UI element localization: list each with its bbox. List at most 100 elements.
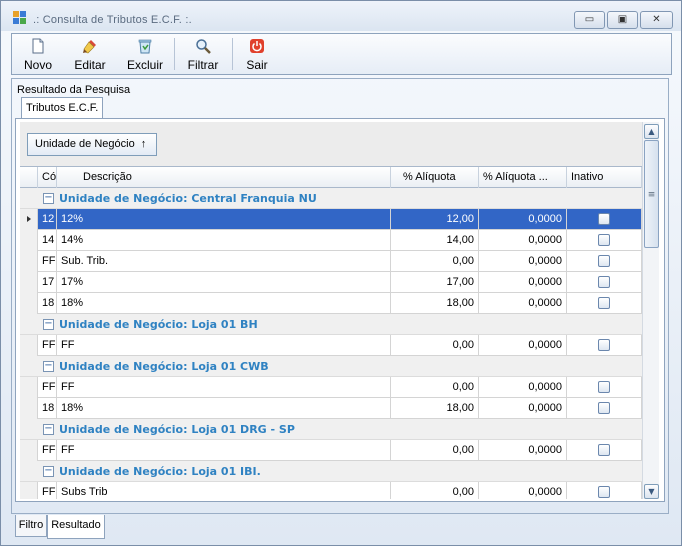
- cell-aliquota[interactable]: 0,00: [391, 251, 479, 272]
- inativo-checkbox[interactable]: [598, 381, 610, 393]
- group-row[interactable]: − Unidade de Negócio: Loja 01 IBI.: [20, 461, 642, 482]
- cell-description[interactable]: Subs Trib: [57, 482, 391, 499]
- delete-button[interactable]: Excluir: [122, 34, 168, 74]
- collapse-group-icon[interactable]: −: [43, 466, 54, 477]
- tab-filtro[interactable]: Filtro: [15, 515, 47, 537]
- inativo-checkbox[interactable]: [598, 444, 610, 456]
- table-row[interactable]: 12 12% 12,00 0,0000: [20, 209, 642, 230]
- row-indicator[interactable]: [20, 209, 38, 230]
- cell-aliquota-2[interactable]: 0,0000: [479, 440, 567, 461]
- group-row[interactable]: − Unidade de Negócio: Central Franquia NU: [20, 188, 642, 209]
- group-row[interactable]: − Unidade de Negócio: Loja 01 DRG - SP: [20, 419, 642, 440]
- cell-aliquota[interactable]: 18,00: [391, 398, 479, 419]
- cell-aliquota-2[interactable]: 0,0000: [479, 335, 567, 356]
- inativo-checkbox[interactable]: [598, 339, 610, 351]
- column-header-aliquota-2[interactable]: % Alíquota ...: [479, 167, 567, 188]
- scroll-up-button[interactable]: ▲: [644, 124, 659, 139]
- cell-description[interactable]: 12%: [57, 209, 391, 230]
- cell-code[interactable]: FF: [38, 377, 57, 398]
- cell-aliquota-2[interactable]: 0,0000: [479, 272, 567, 293]
- collapse-group-icon[interactable]: −: [43, 193, 54, 204]
- cell-code[interactable]: FF: [38, 251, 57, 272]
- maximize-button[interactable]: ▣: [607, 11, 638, 29]
- row-indicator[interactable]: [20, 335, 38, 356]
- inativo-checkbox[interactable]: [598, 297, 610, 309]
- cell-description[interactable]: Sub. Trib.: [57, 251, 391, 272]
- table-row[interactable]: FF FF 0,00 0,0000: [20, 440, 642, 461]
- cell-description[interactable]: FF: [57, 335, 391, 356]
- cell-description[interactable]: FF: [57, 440, 391, 461]
- new-button[interactable]: Novo: [18, 34, 58, 74]
- cell-aliquota[interactable]: 0,00: [391, 377, 479, 398]
- row-indicator[interactable]: [20, 293, 38, 314]
- group-row[interactable]: − Unidade de Negócio: Loja 01 BH: [20, 314, 642, 335]
- group-row[interactable]: − Unidade de Negócio: Loja 01 CWB: [20, 356, 642, 377]
- row-indicator[interactable]: [20, 440, 38, 461]
- table-row[interactable]: 18 18% 18,00 0,0000: [20, 293, 642, 314]
- column-header-aliquota[interactable]: % Alíquota: [391, 167, 479, 188]
- cell-aliquota-2[interactable]: 0,0000: [479, 398, 567, 419]
- cell-code[interactable]: FF: [38, 335, 57, 356]
- cell-description[interactable]: 17%: [57, 272, 391, 293]
- row-indicator[interactable]: [20, 398, 38, 419]
- table-row[interactable]: 14 14% 14,00 0,0000: [20, 230, 642, 251]
- inativo-checkbox[interactable]: [598, 213, 610, 225]
- cell-aliquota-2[interactable]: 0,0000: [479, 293, 567, 314]
- table-row[interactable]: 18 18% 18,00 0,0000: [20, 398, 642, 419]
- cell-description[interactable]: 18%: [57, 293, 391, 314]
- cell-code[interactable]: 12: [38, 209, 57, 230]
- tab-resultado[interactable]: Resultado: [47, 515, 105, 539]
- cell-aliquota[interactable]: 17,00: [391, 272, 479, 293]
- cell-description[interactable]: 14%: [57, 230, 391, 251]
- row-indicator[interactable]: [20, 272, 38, 293]
- collapse-group-icon[interactable]: −: [43, 319, 54, 330]
- row-indicator[interactable]: [20, 251, 38, 272]
- cell-aliquota-2[interactable]: 0,0000: [479, 230, 567, 251]
- tab-tributos-ecf[interactable]: Tributos E.C.F.: [21, 97, 103, 119]
- inativo-checkbox[interactable]: [598, 486, 610, 498]
- column-header-description[interactable]: Descrição: [57, 167, 391, 188]
- exit-button[interactable]: Sair: [240, 34, 274, 74]
- group-by-chip[interactable]: Unidade de Negócio ↑: [27, 133, 157, 156]
- collapse-group-icon[interactable]: −: [43, 361, 54, 372]
- scroll-thumb[interactable]: ≡: [644, 140, 659, 248]
- cell-code[interactable]: 18: [38, 398, 57, 419]
- row-indicator[interactable]: [20, 230, 38, 251]
- column-header-code[interactable]: Có...: [38, 167, 57, 188]
- close-button[interactable]: ✕: [640, 11, 673, 29]
- row-indicator[interactable]: [20, 482, 38, 499]
- vertical-scrollbar[interactable]: ▲ ≡ ▼: [642, 122, 659, 499]
- table-row[interactable]: FF FF 0,00 0,0000: [20, 335, 642, 356]
- cell-code[interactable]: 14: [38, 230, 57, 251]
- cell-code[interactable]: FF: [38, 482, 57, 499]
- cell-code[interactable]: 17: [38, 272, 57, 293]
- table-row[interactable]: FF Sub. Trib. 0,00 0,0000: [20, 251, 642, 272]
- cell-aliquota[interactable]: 12,00: [391, 209, 479, 230]
- inativo-checkbox[interactable]: [598, 276, 610, 288]
- cell-code[interactable]: FF: [38, 440, 57, 461]
- table-row[interactable]: FF Subs Trib 0,00 0,0000: [20, 482, 642, 499]
- edit-button[interactable]: Editar: [68, 34, 112, 74]
- table-row[interactable]: FF FF 0,00 0,0000: [20, 377, 642, 398]
- inativo-checkbox[interactable]: [598, 255, 610, 267]
- column-header-inativo[interactable]: Inativo: [567, 167, 642, 188]
- cell-aliquota[interactable]: 0,00: [391, 440, 479, 461]
- row-indicator[interactable]: [20, 377, 38, 398]
- scroll-down-button[interactable]: ▼: [644, 484, 659, 499]
- cell-description[interactable]: 18%: [57, 398, 391, 419]
- collapse-group-icon[interactable]: −: [43, 424, 54, 435]
- cell-description[interactable]: FF: [57, 377, 391, 398]
- cell-aliquota-2[interactable]: 0,0000: [479, 482, 567, 499]
- cell-aliquota-2[interactable]: 0,0000: [479, 377, 567, 398]
- cell-aliquota[interactable]: 18,00: [391, 293, 479, 314]
- title-bar[interactable]: .: Consulta de Tributos E.C.F. :. ▭ ▣ ✕: [1, 1, 681, 31]
- inativo-checkbox[interactable]: [598, 402, 610, 414]
- cell-aliquota[interactable]: 0,00: [391, 335, 479, 356]
- cell-aliquota[interactable]: 0,00: [391, 482, 479, 499]
- cell-aliquota-2[interactable]: 0,0000: [479, 209, 567, 230]
- minimize-button[interactable]: ▭: [574, 11, 605, 29]
- inativo-checkbox[interactable]: [598, 234, 610, 246]
- cell-aliquota[interactable]: 14,00: [391, 230, 479, 251]
- table-row[interactable]: 17 17% 17,00 0,0000: [20, 272, 642, 293]
- cell-aliquota-2[interactable]: 0,0000: [479, 251, 567, 272]
